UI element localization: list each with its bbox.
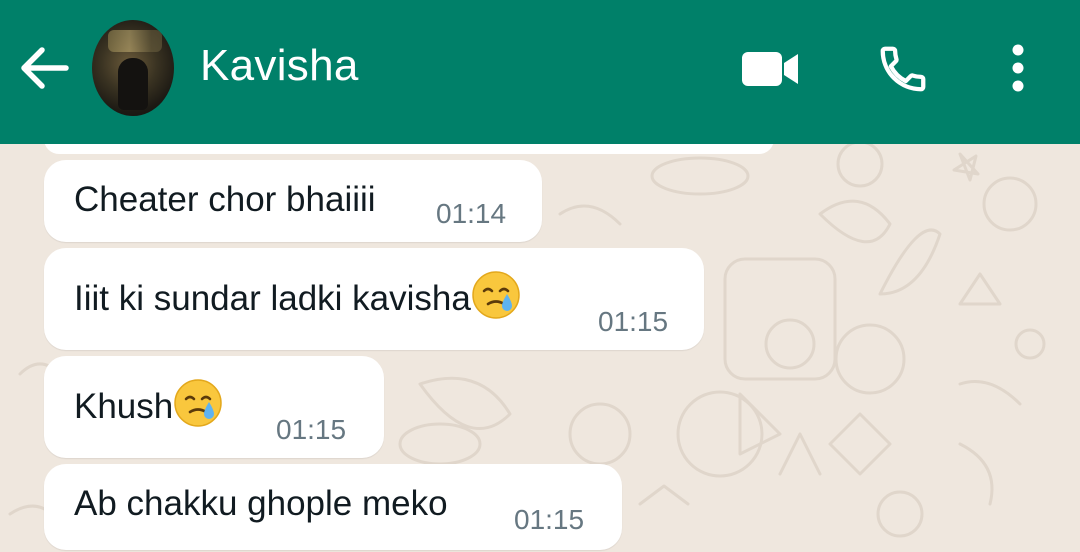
avatar[interactable] bbox=[92, 20, 174, 116]
crying-face-emoji bbox=[174, 379, 222, 427]
contact-name[interactable]: Kavisha bbox=[200, 40, 359, 92]
arrow-left-icon bbox=[21, 47, 69, 89]
video-camera-icon bbox=[742, 52, 798, 86]
more-vertical-icon bbox=[1012, 44, 1024, 92]
message-bubble[interactable]: Cheater chor bhaiiii 01:14 bbox=[44, 160, 542, 242]
previous-message-bubble bbox=[44, 144, 774, 154]
crying-face-emoji bbox=[472, 271, 520, 319]
message-time: 01:15 bbox=[598, 306, 669, 337]
message-bubble[interactable]: Iiit ki sundar ladki kavisha 01:15 bbox=[44, 248, 704, 350]
voice-call-button[interactable] bbox=[874, 42, 932, 96]
more-options-button[interactable] bbox=[1000, 42, 1036, 96]
chat-area[interactable]: Cheater chor bhaiiii 01:14 Iiit ki sunda… bbox=[0, 144, 1080, 552]
message-time: 01:15 bbox=[514, 504, 585, 535]
video-call-button[interactable] bbox=[740, 46, 802, 92]
message-time: 01:15 bbox=[276, 414, 347, 445]
chat-header: Kavisha bbox=[0, 0, 1080, 144]
phone-icon bbox=[880, 46, 926, 92]
message-text: Khush bbox=[74, 387, 174, 426]
message-text-row: Iiit ki sundar ladki kavisha bbox=[74, 270, 521, 320]
back-button[interactable] bbox=[18, 44, 74, 92]
message-text-row: Khush bbox=[74, 378, 223, 428]
message-bubble[interactable]: Ab chakku ghople meko 01:15 bbox=[44, 464, 622, 550]
message-text: Iiit ki sundar ladki kavisha bbox=[74, 279, 471, 318]
message-text: Ab chakku ghople meko bbox=[74, 484, 448, 523]
message-bubble[interactable]: Khush 01:15 bbox=[44, 356, 384, 458]
profile-photo bbox=[92, 20, 174, 116]
message-text: Cheater chor bhaiiii bbox=[74, 180, 376, 219]
message-time: 01:14 bbox=[436, 198, 507, 229]
